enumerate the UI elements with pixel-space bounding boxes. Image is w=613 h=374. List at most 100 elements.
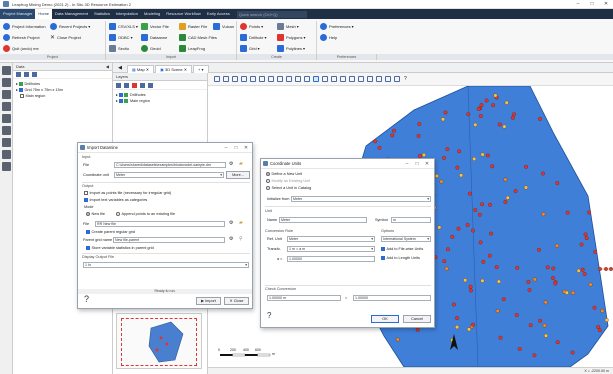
collapse-icon[interactable]: ◀ xyxy=(106,63,109,71)
tab-scroll-left-icon[interactable]: ◀ xyxy=(113,65,127,71)
ok-button[interactable]: OK xyxy=(371,315,399,323)
drillhole-collar[interactable] xyxy=(480,278,485,283)
mode-append-radio[interactable]: Append points to an existing file xyxy=(116,212,175,216)
recent-projects-button[interactable]: Recent Projects ▾ xyxy=(50,22,90,30)
create-grid-button[interactable]: Grid ▾ xyxy=(240,44,260,52)
script-view-icon[interactable] xyxy=(2,138,11,147)
drillhole-collar[interactable] xyxy=(450,234,455,239)
drillhole-collar[interactable] xyxy=(498,335,503,340)
drillhole-collar[interactable] xyxy=(456,226,461,231)
settings-icon[interactable]: ⚙ xyxy=(229,236,233,242)
drillhole-collar[interactable] xyxy=(584,236,589,241)
import-button[interactable]: ▶ Import xyxy=(196,297,221,305)
ref-unit-select[interactable]: Meter ▾ xyxy=(287,236,375,242)
preferences-button[interactable]: Preferences ▾ xyxy=(320,22,354,30)
layers-view-icon[interactable] xyxy=(2,78,11,87)
maximize-icon[interactable]: □ xyxy=(412,159,422,169)
initialize-from-select[interactable]: Meter ▾ xyxy=(291,196,431,202)
drillhole-collar[interactable] xyxy=(476,106,481,111)
settings-icon[interactable]: ⚙ xyxy=(229,161,233,167)
close-icon[interactable]: ✕ xyxy=(599,0,613,9)
properties-icon[interactable] xyxy=(393,76,400,82)
create-polygons-button[interactable]: Polygons ▾ xyxy=(277,33,305,41)
import-geoid-button[interactable]: Geoid xyxy=(141,44,161,52)
drillhole-collar[interactable] xyxy=(564,290,569,295)
draw-polygon-icon[interactable] xyxy=(303,76,310,82)
close-icon[interactable]: ✕ xyxy=(422,159,432,169)
import-csv-button[interactable]: CSV/XLS ▾ xyxy=(109,22,138,30)
add-icon[interactable] xyxy=(16,72,21,77)
create-points-button[interactable]: Points ▾ xyxy=(240,22,263,30)
zoom-box-icon[interactable] xyxy=(258,76,265,82)
drillhole-collar[interactable] xyxy=(517,346,522,351)
drillhole-collar[interactable] xyxy=(593,249,598,254)
zoom-extent-icon[interactable] xyxy=(249,76,256,82)
quit-button[interactable]: Quit (undo) me xyxy=(3,44,39,52)
drillhole-collar[interactable] xyxy=(583,232,588,237)
drillhole-collar[interactable] xyxy=(434,174,439,178)
quick-search-input[interactable]: Quick search (Ctrl+Q) xyxy=(236,10,307,18)
drillhole-collar[interactable] xyxy=(471,322,476,327)
draw-line-icon[interactable] xyxy=(294,76,301,82)
data-view-icon[interactable] xyxy=(2,66,11,75)
drillhole-collar[interactable] xyxy=(532,277,537,282)
drillhole-collar[interactable] xyxy=(439,179,444,184)
drillhole-collar[interactable] xyxy=(571,290,576,295)
import-odbc-button[interactable]: ODBC ▾ xyxy=(109,33,133,41)
import-as-points-checkbox[interactable]: Import as points file (necessary for irr… xyxy=(84,191,171,195)
drillhole-collar[interactable] xyxy=(373,139,378,144)
table-view-icon[interactable] xyxy=(2,102,11,111)
drillhole-collar[interactable] xyxy=(455,165,460,170)
create-mesh-button[interactable]: Mesh ▾ xyxy=(277,22,299,30)
select-tool-icon[interactable] xyxy=(213,76,220,82)
drillhole-collar[interactable] xyxy=(555,340,560,345)
unit-system-select[interactable]: International System ▾ xyxy=(381,236,431,242)
drillhole-collar[interactable] xyxy=(541,212,546,217)
filter-icon[interactable] xyxy=(24,72,29,77)
menu-interpolation[interactable]: Interpolation xyxy=(113,9,141,19)
workflow-view-icon[interactable] xyxy=(2,162,11,171)
drillhole-collar[interactable] xyxy=(497,122,502,127)
drillhole-collar[interactable] xyxy=(415,327,420,332)
drillhole-collar[interactable] xyxy=(543,300,548,305)
help-button[interactable]: Help xyxy=(320,33,337,41)
store-statistics-checkbox[interactable]: Store variable statistics in parent grid xyxy=(86,246,154,250)
statistics-view-icon[interactable] xyxy=(2,90,11,99)
minimize-icon[interactable]: – xyxy=(221,143,231,153)
visibility-icon[interactable] xyxy=(148,82,153,88)
drillhole-collar[interactable] xyxy=(592,305,597,310)
drillhole-collar[interactable] xyxy=(503,199,508,204)
menu-data-management[interactable]: Data Management xyxy=(52,9,91,19)
output-file-input[interactable]: RR New file xyxy=(95,221,225,227)
drillhole-collar[interactable] xyxy=(467,191,472,196)
drillhole-collar[interactable] xyxy=(451,302,456,307)
drillhole-collar[interactable] xyxy=(455,316,460,321)
unit-name-input[interactable]: Meter xyxy=(279,217,367,223)
drillhole-collar[interactable] xyxy=(377,145,382,150)
drillhole-collar[interactable] xyxy=(459,173,464,178)
drillhole-collar[interactable] xyxy=(395,337,400,342)
minimize-icon[interactable]: – xyxy=(571,0,585,9)
drillhole-collar[interactable] xyxy=(480,152,485,157)
pan-tool-icon[interactable] xyxy=(222,76,229,82)
variogram-view-icon[interactable] xyxy=(2,150,11,159)
drillhole-collar[interactable] xyxy=(466,112,471,117)
drillhole-collar[interactable] xyxy=(467,327,471,332)
drillhole-collar[interactable] xyxy=(513,189,518,194)
drillhole-collar[interactable] xyxy=(551,276,555,281)
drillhole-collar[interactable] xyxy=(481,259,486,264)
log-view-icon[interactable] xyxy=(2,126,11,135)
drillhole-collar[interactable] xyxy=(570,350,575,355)
help-icon[interactable]: ? xyxy=(267,311,271,320)
legend-toggle-icon[interactable] xyxy=(348,76,355,82)
maximize-icon[interactable]: □ xyxy=(585,0,599,9)
check-left-input[interactable]: 1.00000 m xyxy=(267,295,341,301)
layer-visible-checkbox[interactable] xyxy=(118,99,123,103)
check-right-input[interactable]: 1.00000 xyxy=(353,295,431,301)
drillhole-collar[interactable] xyxy=(477,212,482,217)
menu-statistics[interactable]: Statistics xyxy=(91,9,113,19)
grid-toggle-icon[interactable] xyxy=(339,76,346,82)
import-vulcan-button[interactable]: Vulcan xyxy=(213,22,234,30)
mode-new-file-radio[interactable]: New file xyxy=(86,212,105,216)
help-icon[interactable]: ? xyxy=(404,76,407,82)
